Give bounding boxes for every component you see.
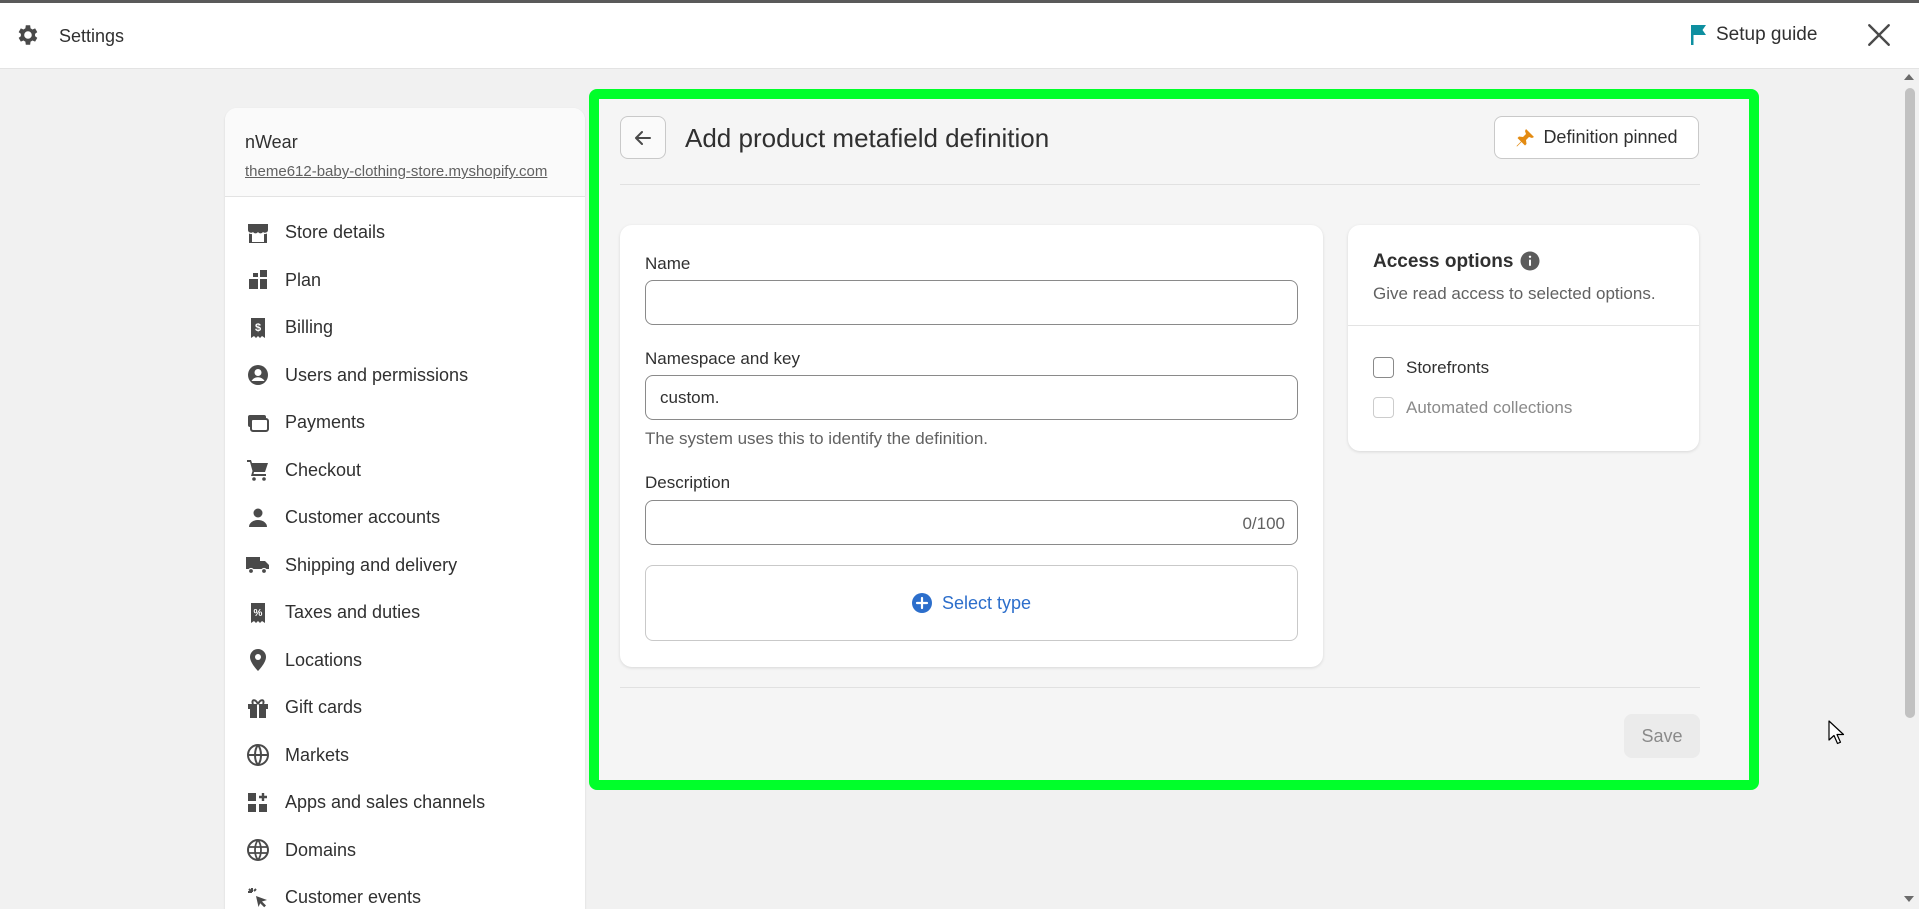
- store-icon: [245, 220, 271, 246]
- select-type-label: Select type: [941, 592, 1032, 613]
- sidebar-item-label: Shipping and delivery: [285, 554, 458, 575]
- storefronts-checkbox-row[interactable]: Storefronts: [1373, 357, 1489, 378]
- sidebar-item-store-details[interactable]: Store details: [225, 209, 585, 257]
- header-divider: [620, 184, 1700, 185]
- access-options-title: Access options: [1373, 251, 1514, 272]
- sidebar-item-label: Taxes and duties: [285, 602, 421, 623]
- sidebar-item-payments[interactable]: Payments: [225, 399, 585, 447]
- definition-pinned-label: Definition pinned: [1543, 127, 1678, 147]
- location-pin-icon: [245, 647, 271, 673]
- svg-text:%: %: [254, 608, 263, 619]
- namespace-key-input[interactable]: [645, 375, 1298, 420]
- globe-icon: [245, 742, 271, 768]
- domain-globe-icon: [245, 837, 271, 863]
- info-icon[interactable]: [1520, 251, 1540, 271]
- save-button[interactable]: Save: [1624, 714, 1700, 758]
- sidebar-item-label: Markets: [285, 744, 350, 765]
- close-icon[interactable]: [1866, 22, 1892, 48]
- scroll-up-arrow-icon[interactable]: [1904, 74, 1914, 80]
- settings-title: Settings: [59, 26, 125, 46]
- plan-icon: [245, 267, 271, 293]
- sidebar-item-shipping-and-delivery[interactable]: Shipping and delivery: [225, 542, 585, 590]
- cursor-click-icon: [245, 885, 271, 909]
- sidebar-item-label: Plan: [285, 269, 322, 290]
- setup-guide-button[interactable]: Setup guide: [1690, 24, 1817, 46]
- plus-circle-icon: [911, 593, 932, 613]
- sidebar-item-locations[interactable]: Locations: [225, 637, 585, 685]
- gear-icon: [18, 25, 38, 45]
- tax-receipt-icon: %: [245, 600, 271, 626]
- user-circle-icon: [245, 362, 271, 388]
- top-bar: Settings Setup guide: [0, 0, 1919, 69]
- description-input[interactable]: [645, 500, 1298, 545]
- sidebar-item-label: Checkout: [285, 459, 362, 480]
- sidebar-item-label: Customer accounts: [285, 507, 441, 528]
- sidebar-item-markets[interactable]: Markets: [225, 732, 585, 780]
- metafield-form-card: Name Namespace and key The system uses t…: [620, 225, 1323, 667]
- apps-icon: [245, 790, 271, 816]
- sidebar-item-billing[interactable]: $ Billing: [225, 304, 585, 352]
- cart-icon: [245, 457, 271, 483]
- footer-divider: [620, 687, 1700, 688]
- store-header: nWear theme612-baby-clothing-store.mysho…: [225, 108, 585, 197]
- description-character-counter: 0/100: [1242, 514, 1285, 533]
- description-label: Description: [645, 473, 731, 492]
- page-scrollbar[interactable]: [1899, 70, 1919, 909]
- sidebar-item-domains[interactable]: Domains: [225, 827, 585, 875]
- sidebar-item-label: Users and permissions: [285, 364, 469, 385]
- page-title: Add product metafield definition: [685, 123, 1050, 153]
- sidebar-item-label: Domains: [285, 839, 357, 860]
- svg-text:$: $: [255, 322, 261, 334]
- select-type-button[interactable]: Select type: [645, 565, 1298, 641]
- pin-icon: [1516, 128, 1535, 146]
- storefronts-checkbox[interactable]: [1373, 357, 1394, 378]
- sidebar-item-checkout[interactable]: Checkout: [225, 447, 585, 495]
- sidebar-item-label: Apps and sales channels: [285, 792, 486, 813]
- sidebar-item-customer-accounts[interactable]: Customer accounts: [225, 494, 585, 542]
- gift-icon: [245, 695, 271, 721]
- automated-collections-checkbox-row: Automated collections: [1373, 397, 1572, 418]
- billing-icon: $: [245, 315, 271, 341]
- window-edge: [0, 0, 1919, 3]
- store-url-link[interactable]: theme612-baby-clothing-store.myshopify.c…: [245, 163, 565, 180]
- back-button[interactable]: [620, 116, 666, 159]
- sidebar-item-users-and-permissions[interactable]: Users and permissions: [225, 352, 585, 400]
- sidebar-item-label: Store details: [285, 222, 386, 243]
- sidebar-item-label: Gift cards: [285, 697, 363, 718]
- payments-icon: [245, 410, 271, 436]
- sidebar-item-label: Customer events: [285, 887, 422, 908]
- settings-sidebar: nWear theme612-baby-clothing-store.mysho…: [225, 108, 585, 909]
- access-divider: [1348, 325, 1699, 326]
- name-label: Name: [645, 254, 691, 273]
- sidebar-item-apps-and-sales-channels[interactable]: Apps and sales channels: [225, 779, 585, 827]
- scroll-thumb[interactable]: [1905, 88, 1915, 718]
- mouse-cursor-icon: [1828, 720, 1845, 745]
- sidebar-item-label: Payments: [285, 412, 366, 433]
- setup-guide-label: Setup guide: [1716, 24, 1818, 45]
- automated-collections-checkbox: [1373, 397, 1394, 418]
- person-icon: [245, 505, 271, 531]
- flag-icon: [1691, 25, 1706, 45]
- store-name: nWear: [245, 132, 298, 152]
- scroll-down-arrow-icon[interactable]: [1904, 896, 1914, 902]
- name-input[interactable]: [645, 280, 1298, 325]
- access-options-card: Access options Give read access to selec…: [1348, 225, 1699, 451]
- sidebar-item-plan[interactable]: Plan: [225, 257, 585, 305]
- sidebar-item-gift-cards[interactable]: Gift cards: [225, 684, 585, 732]
- arrow-left-icon: [635, 130, 651, 145]
- storefronts-label: Storefronts: [1406, 357, 1490, 377]
- sidebar-item-customer-events[interactable]: Customer events: [225, 874, 585, 909]
- sidebar-item-label: Billing: [285, 317, 334, 338]
- automated-collections-label: Automated collections: [1406, 397, 1573, 417]
- sidebar-item-label: Locations: [285, 649, 363, 670]
- definition-pinned-button[interactable]: Definition pinned: [1494, 116, 1699, 159]
- sidebar-nav: Store details Plan $ Billing Users and p…: [225, 197, 585, 909]
- access-options-subtitle: Give read access to selected options.: [1373, 284, 1656, 303]
- sidebar-item-taxes-and-duties[interactable]: % Taxes and duties: [225, 589, 585, 637]
- namespace-help-text: The system uses this to identify the def…: [645, 429, 989, 448]
- truck-icon: [245, 552, 271, 578]
- namespace-label: Namespace and key: [645, 349, 800, 368]
